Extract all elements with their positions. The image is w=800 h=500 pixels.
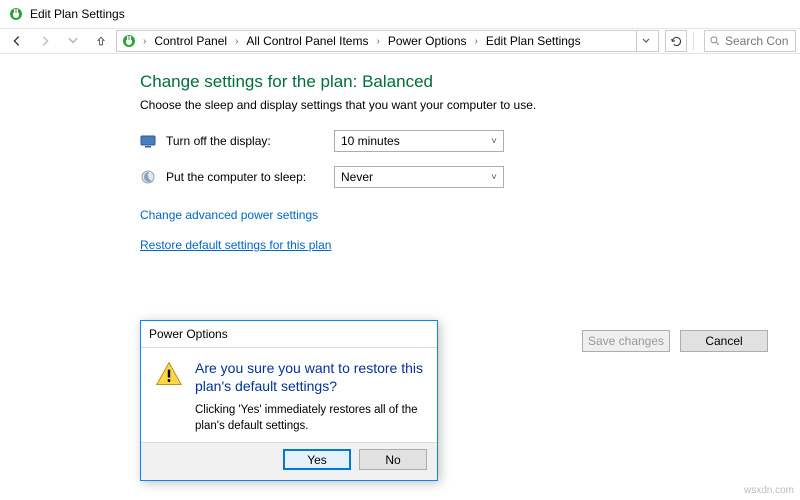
cancel-button[interactable]: Cancel: [680, 330, 768, 352]
display-timeout-select[interactable]: 10 minutes ˅: [334, 130, 504, 152]
save-changes-button[interactable]: Save changes: [582, 330, 670, 352]
breadcrumb-item[interactable]: Power Options: [384, 34, 471, 48]
separator: [693, 32, 694, 50]
watermark: wsxdn.com: [744, 485, 794, 496]
breadcrumb-item[interactable]: Control Panel: [150, 34, 231, 48]
breadcrumb-item[interactable]: All Control Panel Items: [242, 34, 372, 48]
chevron-right-icon[interactable]: ›: [473, 36, 480, 47]
title-bar: Edit Plan Settings: [0, 0, 800, 28]
moon-icon: [140, 169, 156, 185]
search-placeholder: Search Con: [725, 34, 788, 48]
chevron-right-icon[interactable]: ›: [141, 36, 148, 47]
window-title: Edit Plan Settings: [30, 7, 125, 21]
warning-icon: [155, 360, 183, 388]
dialog-heading: Are you sure you want to restore this pl…: [195, 360, 423, 395]
search-icon: [709, 35, 721, 47]
sleep-label: Put the computer to sleep:: [166, 170, 334, 184]
refresh-button[interactable]: [665, 30, 687, 52]
back-button[interactable]: [4, 30, 30, 52]
chevron-right-icon[interactable]: ›: [374, 36, 381, 47]
dialog-button-row: Yes No: [141, 442, 437, 480]
up-button[interactable]: [88, 30, 114, 52]
chevron-down-icon: ˅: [491, 172, 497, 183]
address-dropdown[interactable]: [636, 31, 654, 51]
chevron-down-icon: ˅: [491, 136, 497, 147]
nav-bar: › Control Panel › All Control Panel Item…: [0, 28, 800, 54]
display-timeout-value: 10 minutes: [341, 134, 400, 148]
footer-buttons: Save changes Cancel: [582, 330, 768, 352]
power-plug-icon: [121, 33, 137, 49]
search-input[interactable]: Search Con: [704, 30, 796, 52]
recent-dropdown[interactable]: [60, 30, 86, 52]
sleep-row: Put the computer to sleep: Never ˅: [140, 166, 800, 188]
dialog-body-text: Clicking 'Yes' immediately restores all …: [195, 403, 423, 434]
dialog-no-button[interactable]: No: [359, 449, 427, 470]
page-heading: Change settings for the plan: Balanced: [140, 72, 800, 92]
advanced-settings-link[interactable]: Change advanced power settings: [140, 208, 318, 222]
sleep-value: Never: [341, 170, 373, 184]
restore-defaults-link[interactable]: Restore default settings for this plan: [140, 238, 331, 252]
dialog-title: Power Options: [141, 321, 437, 347]
page-description: Choose the sleep and display settings th…: [140, 98, 800, 112]
dialog-yes-button[interactable]: Yes: [283, 449, 351, 470]
confirm-dialog: Power Options Are you sure you want to r…: [140, 320, 438, 481]
display-timeout-row: Turn off the display: 10 minutes ˅: [140, 130, 800, 152]
address-bar[interactable]: › Control Panel › All Control Panel Item…: [116, 30, 659, 52]
power-plug-icon: [8, 6, 24, 22]
main-content: Change settings for the plan: Balanced C…: [0, 54, 800, 252]
chevron-right-icon[interactable]: ›: [233, 36, 240, 47]
display-timeout-label: Turn off the display:: [166, 134, 334, 148]
sleep-select[interactable]: Never ˅: [334, 166, 504, 188]
breadcrumb-item[interactable]: Edit Plan Settings: [482, 34, 585, 48]
display-icon: [140, 133, 156, 149]
forward-button[interactable]: [32, 30, 58, 52]
